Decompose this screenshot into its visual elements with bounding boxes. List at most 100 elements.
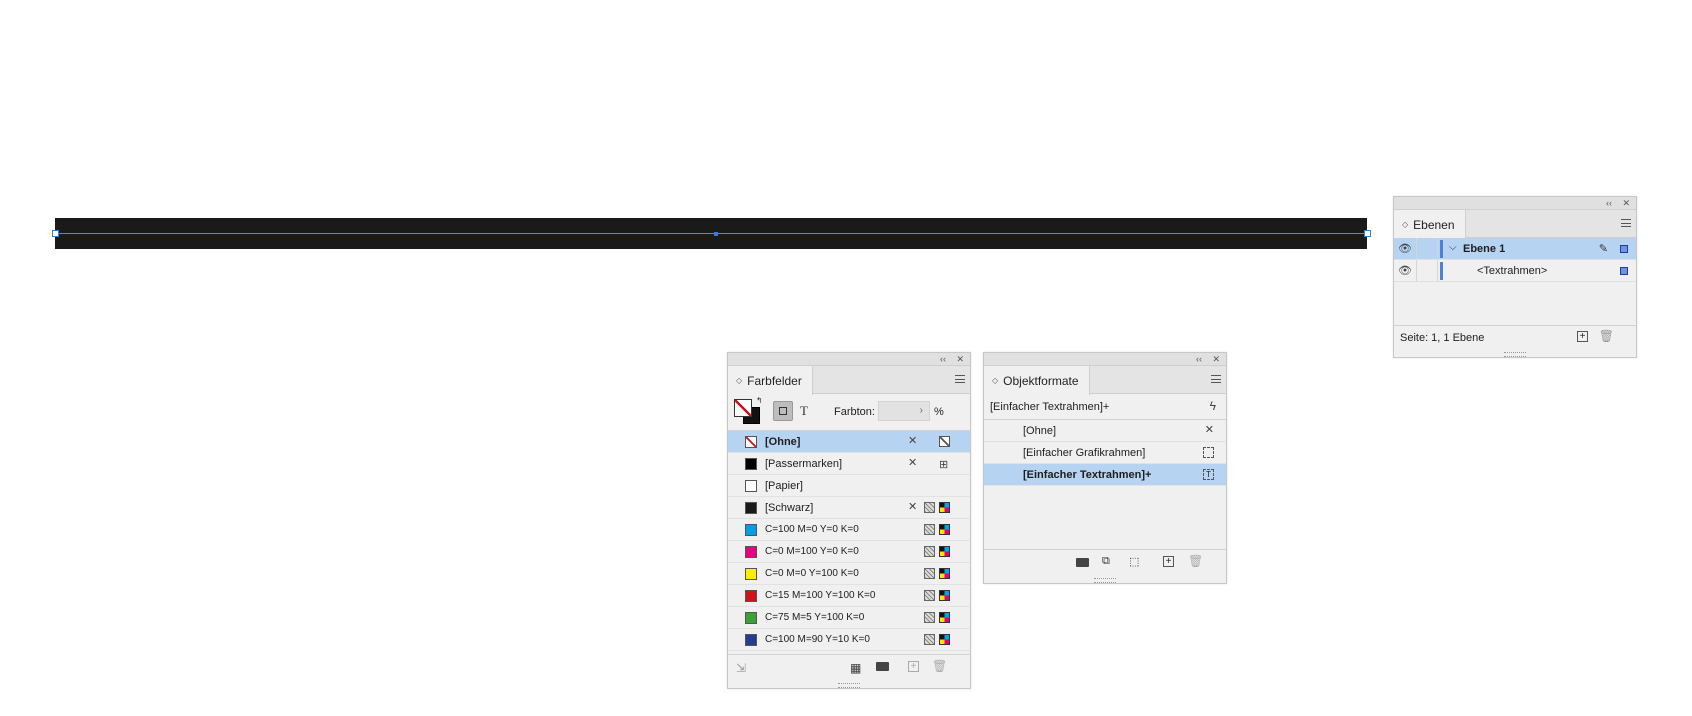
swatch-row-cyan[interactable]: C=100 M=0 Y=0 K=0 [728, 519, 970, 541]
layer-selection-square[interactable] [1620, 245, 1628, 253]
registration-icon: ⊞ [939, 459, 949, 471]
layer-color-bar [1440, 262, 1443, 280]
fill-stroke-controls: ↰ T Farbton: › % [728, 394, 970, 430]
object-name[interactable]: <Textrahmen> [1477, 265, 1547, 277]
cmyk-icon [939, 502, 950, 513]
swatch-row-blue[interactable]: C=100 M=90 Y=10 K=0 [728, 629, 970, 651]
resize-grip[interactable] [1394, 350, 1636, 357]
close-icon[interactable]: ✕ [956, 353, 964, 365]
swatch-name: C=0 M=0 Y=100 K=0 [765, 568, 859, 579]
process-color-icon [924, 634, 935, 645]
expand-chevron-icon[interactable]: ⌵ [1449, 242, 1457, 253]
swatch-row-green[interactable]: C=75 M=5 Y=100 K=0 [728, 607, 970, 629]
process-color-icon [924, 612, 935, 623]
trash-icon[interactable]: 🗑 [1599, 329, 1614, 343]
object-selection-square[interactable] [1620, 267, 1628, 275]
new-group-folder-icon[interactable] [1076, 558, 1089, 567]
panel-menu-icon[interactable] [1621, 219, 1631, 227]
text-frame-icon: T [1203, 469, 1214, 480]
swatch-row-passermarken[interactable]: [Passermarken] ✕ ⊞ [728, 453, 970, 475]
tab-label: Ebenen [1413, 217, 1455, 232]
swatch-row-papier[interactable]: [Papier] [728, 475, 970, 497]
collapse-icon[interactable]: ‹‹ [1196, 353, 1202, 365]
sort-arrows-icon: ◇ [992, 376, 999, 385]
center-point[interactable] [714, 232, 718, 236]
chevron-right-icon[interactable]: › [920, 405, 923, 416]
close-icon[interactable]: ✕ [1622, 197, 1630, 209]
swatch-view-icon[interactable]: ▦ [850, 661, 861, 675]
text-format-toggle[interactable]: T [800, 403, 808, 419]
non-editable-icon: ✕ [908, 457, 918, 469]
new-style-icon[interactable]: + [1163, 556, 1174, 567]
layer-name[interactable]: Ebene 1 [1463, 243, 1505, 255]
non-editable-icon: ✕ [908, 501, 918, 513]
layer-row-textrahmen[interactable]: 👁 <Textrahmen> [1394, 260, 1636, 282]
clear-overrides-icon[interactable]: ⧉ [1102, 555, 1110, 568]
swatch-name: [Passermarken] [765, 458, 843, 470]
panel-menu-icon[interactable] [1211, 375, 1221, 383]
swatch-chip [745, 546, 757, 558]
style-name: [Ohne] [1023, 425, 1057, 437]
clear-non-defining-icon[interactable]: ⬚ [1129, 555, 1139, 568]
swatch-row-yellow[interactable]: C=0 M=0 Y=100 K=0 [728, 563, 970, 585]
swatch-row-ohne[interactable]: [Ohne] ✕ [728, 431, 970, 453]
swatch-chip [745, 524, 757, 536]
none-swatch-icon [745, 436, 757, 448]
tab-farbfelder[interactable]: ◇ Farbfelder [728, 366, 813, 395]
lock-toggle[interactable] [1416, 260, 1438, 281]
sort-arrows-icon: ◇ [1402, 220, 1409, 229]
swatch-chip [745, 502, 757, 514]
graphic-frame-icon [1203, 447, 1214, 458]
tint-label: Farbton: [834, 406, 875, 418]
resize-handle-left[interactable] [52, 230, 59, 237]
style-row-textrahmen[interactable]: [Einfacher Textrahmen]+ T [984, 464, 1226, 486]
trash-icon[interactable]: 🗑 [932, 659, 947, 673]
resize-grip[interactable] [984, 576, 1226, 583]
layer-row-ebene-1[interactable]: 👁 ⌵ Ebene 1 ✎ [1394, 238, 1636, 260]
swap-arrow-icon[interactable]: ↰ [756, 396, 763, 405]
swatch-row-magenta[interactable]: C=0 M=100 Y=0 K=0 [728, 541, 970, 563]
style-row-ohne[interactable]: [Ohne] ✕ [984, 420, 1226, 442]
tab-objektformate[interactable]: ◇ Objektformate [984, 366, 1090, 395]
container-format-toggle[interactable] [773, 401, 793, 421]
swatch-row-schwarz[interactable]: [Schwarz] ✕ [728, 497, 970, 519]
new-group-folder-icon[interactable] [876, 662, 889, 671]
eye-icon[interactable]: 👁 [1398, 264, 1412, 277]
resize-grip[interactable] [728, 681, 970, 688]
tint-input[interactable]: › [878, 401, 930, 421]
collapse-icon[interactable]: ‹‹ [940, 353, 946, 365]
close-icon[interactable]: ✕ [1212, 353, 1220, 365]
tint-unit: % [934, 406, 944, 418]
style-row-grafikrahmen[interactable]: [Einfacher Grafikrahmen] [984, 442, 1226, 464]
tab-ebenen[interactable]: ◇ Ebenen [1394, 210, 1466, 239]
swatch-name: C=0 M=100 Y=0 K=0 [765, 546, 859, 557]
swatch-name: C=100 M=90 Y=10 K=0 [765, 634, 870, 645]
swatch-chip [745, 458, 757, 470]
lock-toggle[interactable] [1416, 238, 1438, 259]
swatch-chip [745, 612, 757, 624]
panel-header: ‹‹ ✕ [984, 353, 1226, 366]
swatch-name: C=75 M=5 Y=100 K=0 [765, 612, 865, 623]
fill-none-swatch-icon[interactable] [734, 399, 752, 417]
swatch-chip [745, 634, 757, 646]
tab-label: Objektformate [1003, 373, 1079, 388]
eye-icon[interactable]: 👁 [1398, 242, 1412, 255]
panel-tabbar: ◇ Farbfelder [728, 366, 970, 395]
panel-header: ‹‹ ✕ [728, 353, 970, 366]
process-color-icon [924, 502, 935, 513]
swatch-row-red[interactable]: C=15 M=100 Y=100 K=0 [728, 585, 970, 607]
resize-handle-right[interactable] [1364, 230, 1371, 237]
current-style-name: [Einfacher Textrahmen]+ [990, 401, 1110, 413]
new-swatch-icon[interactable]: + [908, 661, 919, 672]
cmyk-icon [939, 568, 950, 579]
style-name: [Einfacher Grafikrahmen] [1023, 447, 1146, 459]
pencil-icon: ✎ [1598, 243, 1608, 255]
swatch-name: [Schwarz] [765, 502, 814, 514]
trash-icon[interactable]: 🗑 [1188, 554, 1203, 568]
process-color-icon [924, 568, 935, 579]
collapse-icon[interactable]: ‹‹ [1606, 197, 1612, 209]
lightning-icon[interactable]: ϟ [1210, 399, 1216, 413]
new-layer-icon[interactable]: + [1577, 331, 1588, 342]
swatch-import-icon[interactable]: ⇲ [736, 661, 746, 675]
panel-menu-icon[interactable] [955, 375, 965, 383]
